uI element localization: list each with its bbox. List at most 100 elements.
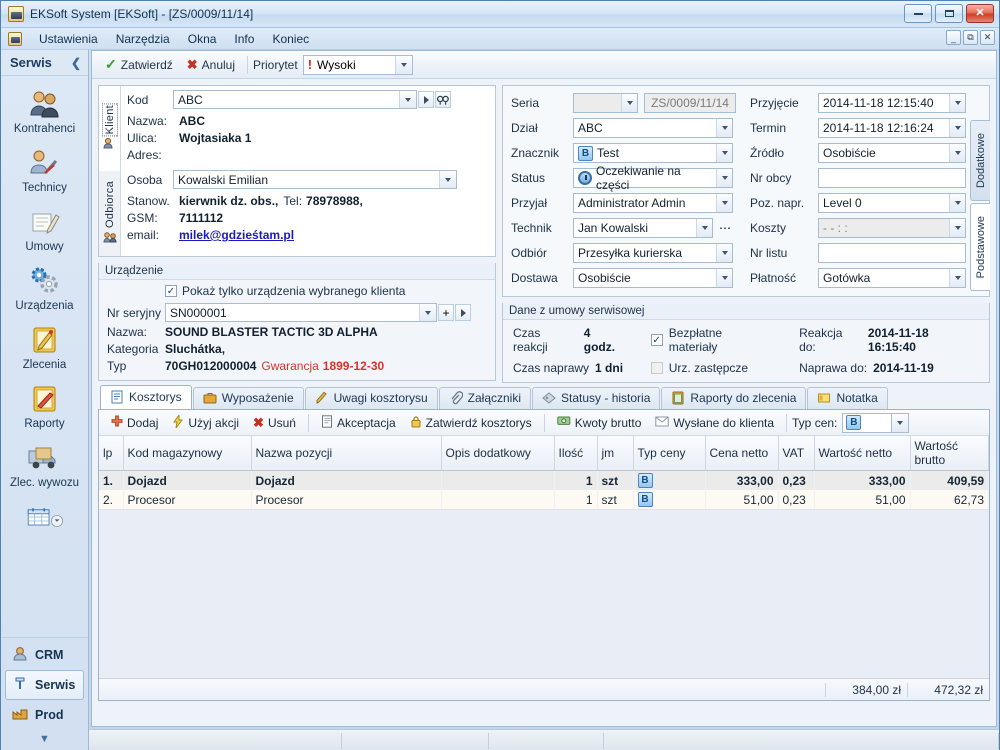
dostawa-combo[interactable]: Osobiście [573,268,733,288]
menu-item-ustawienia[interactable]: Ustawienia [30,30,107,48]
col-nazwa-pozycji[interactable]: Nazwa pozycji [251,436,442,471]
device-filter-checkbox[interactable]: ✓ [165,285,177,297]
nr-listu-input[interactable] [818,243,966,263]
grid-empty-area[interactable] [99,509,989,678]
chevron-down-icon[interactable] [394,55,412,74]
sidebar-item-urzadzenia[interactable]: Urządzenia [1,259,88,318]
replacement-device-checkbox[interactable] [650,362,663,374]
sidebar-item-technicy[interactable]: Technicy [1,141,88,200]
znacznik-combo[interactable]: B Test [573,143,733,163]
chevron-down-icon[interactable] [696,219,712,237]
chevron-down-icon[interactable] [716,144,732,162]
chevron-down-icon[interactable] [949,194,965,212]
chevron-down-icon[interactable] [949,119,965,137]
tab-raporty-do-zlecenia[interactable]: Raporty do zlecenia [661,387,807,409]
chevron-down-icon[interactable] [716,194,732,212]
mdi-restore-button[interactable]: ⧉ [963,30,978,45]
sidebar-group-prod[interactable]: Prod [1,701,88,729]
table-row[interactable]: 2. Procesor Procesor 1 szt B 51,00 0,23 … [99,490,989,509]
mdi-minimize-button[interactable]: _ [946,30,961,45]
sidebar-item-calendar[interactable] [1,495,88,541]
col-ilosc[interactable]: Ilość [554,436,598,471]
nr-obcy-input[interactable] [818,168,966,188]
use-action-button[interactable]: Użyj akcji [165,412,246,433]
mdi-close-button[interactable]: ✕ [980,30,995,45]
col-wartosc-netto[interactable]: Wartość netto [814,436,911,471]
menu-item-okna[interactable]: Okna [179,30,226,48]
sidebar-collapse-icon[interactable]: ❮ [71,56,81,70]
col-lp[interactable]: lp [99,436,124,471]
vtab-odbiorca[interactable]: Odbiorca [99,171,120,256]
tab-wyposazenie[interactable]: Wyposażenie [192,387,304,409]
sidebar-item-umowy[interactable]: Umowy [1,200,88,259]
vtab-klient[interactable]: Klient [99,86,120,171]
gross-amounts-button[interactable]: Kwoty brutto [550,413,649,432]
chevron-down-icon[interactable] [419,304,436,321]
menu-item-koniec[interactable]: Koniec [263,30,318,48]
rtab-dodatkowe[interactable]: Dodatkowe [970,120,990,202]
minimize-button[interactable] [904,4,932,23]
sidebar-item-raporty[interactable]: Raporty [1,377,88,436]
osoba-input[interactable]: Kowalski Emilian [173,170,457,189]
sidebar-item-zlecenia[interactable]: Zlecenia [1,318,88,377]
sidebar-item-zlec-wywozu[interactable]: Zlec. wywozu [1,436,88,495]
approve-estimate-button[interactable]: Zatwierdź kosztorys [403,413,539,433]
odbior-combo[interactable]: Przesyłka kurierska [573,243,733,263]
seria-combo[interactable] [573,93,638,113]
chevron-down-icon[interactable] [949,94,965,112]
technik-combo[interactable]: Jan Kowalski [573,218,713,238]
col-kod-magazynowy[interactable]: Kod magazynowy [123,436,252,471]
przyjal-combo[interactable]: Administrator Admin [573,193,733,213]
open-device-button[interactable] [455,304,471,321]
chevron-down-icon[interactable] [716,244,732,262]
chevron-down-icon[interactable] [949,219,965,237]
tab-notatka[interactable]: Notatka [807,387,888,409]
koszty-datetime[interactable]: - - : : [818,218,966,238]
dzial-combo[interactable]: ABC [573,118,733,138]
priority-combo[interactable]: ! Wysoki [302,54,413,75]
col-opis-dodatkowy[interactable]: Opis dodatkowy [441,436,555,471]
technik-browse-button[interactable]: ⋯ [719,221,731,235]
status-combo[interactable]: Oczekiwanie na części [573,164,733,192]
table-row[interactable]: 1. Dojazd Dojazd 1 szt B 333,00 0,23 333… [99,470,989,490]
email-link[interactable]: milek@gdzieśtam.pl [179,228,294,242]
sent-to-client-button[interactable]: Wysłane do klienta [648,414,781,432]
chevron-down-icon[interactable] [716,119,732,137]
next-record-button[interactable] [418,91,434,108]
tab-statusy-historia[interactable]: Statusy - historia [532,387,661,409]
chevron-down-icon[interactable] [716,169,732,187]
sidebar-group-crm[interactable]: CRM [1,641,88,669]
chevron-down-icon[interactable] [399,91,416,108]
col-wartosc-brutto[interactable]: Wartość brutto [910,436,989,471]
termin-datetime[interactable]: 2014-11-18 12:16:24 [818,118,966,138]
maximize-button[interactable] [935,4,963,23]
serial-input[interactable]: SN000001 [165,303,437,322]
search-icon[interactable] [435,91,451,108]
sidebar-item-kontrahenci[interactable]: Kontrahenci [1,82,88,141]
chevron-down-icon[interactable] [949,269,965,287]
cancel-button[interactable]: ✖ Anuluj [180,54,242,76]
zrodlo-combo[interactable]: Osobiście [818,143,966,163]
menu-item-narzedzia[interactable]: Narzędzia [107,30,179,48]
kod-input[interactable]: ABC [173,90,417,109]
price-type-combo[interactable]: B [842,412,893,433]
chevron-down-icon[interactable] [949,144,965,162]
poz-napr-combo[interactable]: Level 0 [818,193,966,213]
col-cena-netto[interactable]: Cena netto [705,436,779,471]
sidebar-more-icon[interactable]: ▼ [1,729,88,750]
free-materials-checkbox[interactable]: ✓ [650,334,663,346]
delete-button[interactable]: ✖ Usuń [246,413,303,433]
acceptance-button[interactable]: Akceptacja [314,413,403,433]
col-vat[interactable]: VAT [778,436,815,471]
chevron-down-icon[interactable] [621,94,637,112]
col-typ-ceny[interactable]: Typ ceny [633,436,706,471]
confirm-button[interactable]: ✓ Zatwierdź [98,53,180,76]
przyjecie-datetime[interactable]: 2014-11-18 12:15:40 [818,93,966,113]
rtab-podstawowe[interactable]: Podstawowe [970,203,990,292]
menu-item-info[interactable]: Info [225,30,263,48]
chevron-down-icon[interactable] [439,171,456,188]
tab-kosztorys[interactable]: Kosztorys [100,385,192,409]
chevron-down-icon[interactable] [716,269,732,287]
col-jm[interactable]: jm [597,436,634,471]
chevron-down-icon[interactable] [892,412,910,433]
